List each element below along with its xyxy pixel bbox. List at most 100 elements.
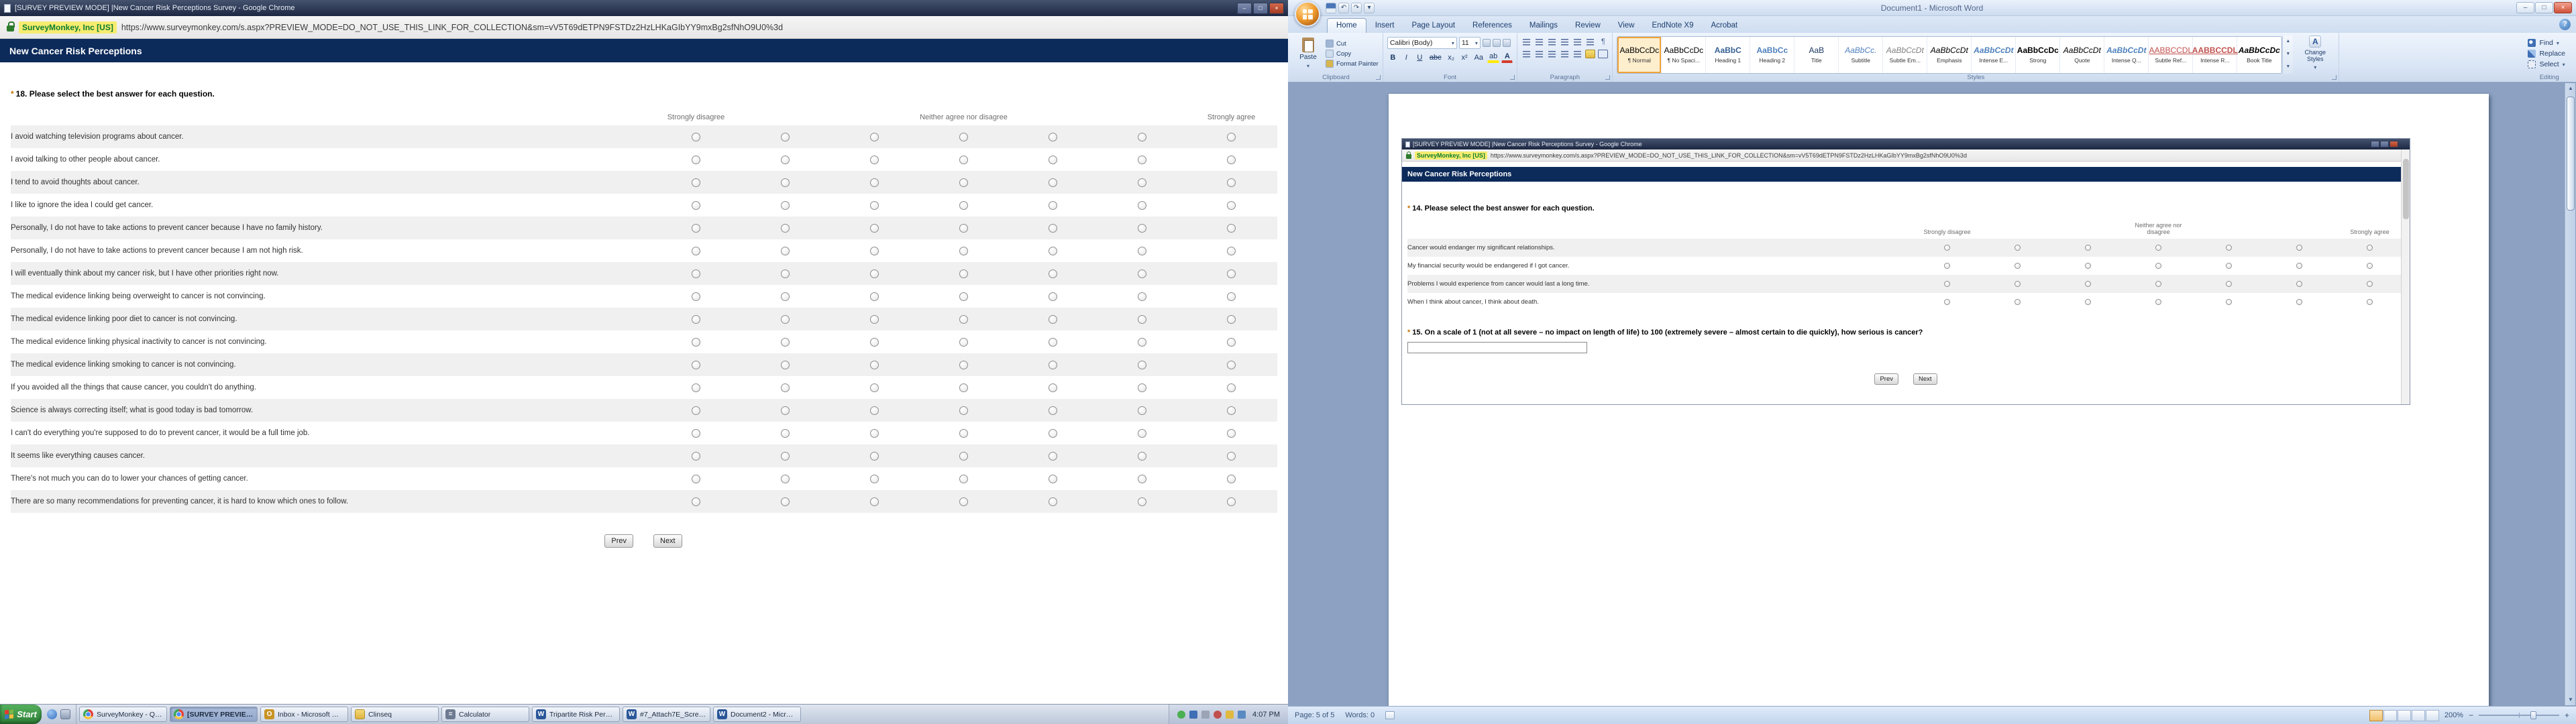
radio-button[interactable] [1227, 201, 1236, 210]
radio-button[interactable] [692, 452, 700, 461]
radio-button[interactable] [870, 269, 879, 278]
increase-indent-icon[interactable] [1572, 38, 1582, 46]
zoom-slider-thumb[interactable] [2530, 711, 2536, 719]
style-item[interactable]: AaBbCcHeading 2 [1750, 37, 1794, 73]
radio-button[interactable] [692, 315, 700, 324]
radio-button[interactable] [1227, 156, 1236, 164]
task-button[interactable]: Calculator [441, 707, 529, 722]
redo-icon[interactable] [1351, 3, 1362, 13]
radio-button[interactable] [781, 361, 790, 369]
radio-button[interactable] [959, 452, 968, 461]
radio-button[interactable] [870, 315, 879, 324]
radio-button[interactable] [1227, 178, 1236, 187]
scrollbar-thumb[interactable] [2567, 97, 2575, 210]
superscript-button[interactable]: x² [1459, 52, 1470, 63]
radio-button[interactable] [1049, 497, 1057, 506]
next-button[interactable]: Next [653, 534, 682, 548]
radio-button[interactable] [1944, 299, 1950, 305]
radio-button[interactable] [1138, 269, 1146, 278]
radio-button[interactable] [959, 475, 968, 483]
draft-view-icon[interactable] [2426, 710, 2439, 721]
radio-button[interactable] [959, 247, 968, 255]
tray-icon[interactable] [1177, 711, 1185, 719]
tray-icon[interactable] [1189, 711, 1197, 719]
zoom-out-icon[interactable]: − [2469, 711, 2473, 720]
radio-button[interactable] [1227, 361, 1236, 369]
radio-button[interactable] [1227, 133, 1236, 141]
url-text[interactable]: https://www.surveymonkey.com/s.aspx?PREV… [121, 23, 783, 32]
tab-view[interactable]: View [1609, 19, 1644, 33]
radio-button[interactable] [781, 383, 790, 392]
radio-button[interactable] [870, 361, 879, 369]
radio-button[interactable] [870, 429, 879, 438]
radio-button[interactable] [692, 292, 700, 301]
radio-button[interactable] [959, 429, 968, 438]
radio-button[interactable] [2085, 281, 2091, 287]
radio-button[interactable] [781, 497, 790, 506]
radio-button[interactable] [2296, 299, 2302, 305]
quick-launch-browser-icon[interactable] [47, 709, 57, 719]
tray-icon[interactable] [1226, 711, 1234, 719]
style-item[interactable]: AaBbCcDtIntense Q... [2104, 37, 2149, 73]
customize-qat-icon[interactable] [1364, 3, 1375, 13]
font-color-button[interactable]: A [1501, 52, 1513, 63]
radio-button[interactable] [692, 178, 700, 187]
radio-button[interactable] [781, 406, 790, 415]
radio-button[interactable] [692, 475, 700, 483]
dialog-launcher-icon[interactable] [2332, 75, 2337, 80]
tab-acrobat[interactable]: Acrobat [1703, 19, 1747, 33]
radio-button[interactable] [781, 429, 790, 438]
align-right-icon[interactable] [1547, 50, 1557, 58]
radio-button[interactable] [2296, 281, 2302, 287]
web-layout-view-icon[interactable] [2398, 710, 2411, 721]
style-item[interactable]: AABBCCDLSubtle Ref... [2149, 37, 2193, 73]
radio-button[interactable] [870, 292, 879, 301]
gallery-more-icon[interactable]: ▼ [2283, 61, 2293, 74]
ev-certificate-badge[interactable]: SurveyMonkey, Inc [US] [19, 21, 117, 34]
radio-button[interactable] [1138, 224, 1146, 233]
radio-button[interactable] [781, 315, 790, 324]
task-button[interactable]: SurveyMonkey - Questio... [79, 707, 167, 722]
radio-button[interactable] [1049, 156, 1057, 164]
radio-button[interactable] [692, 429, 700, 438]
radio-button[interactable] [870, 178, 879, 187]
zoom-level[interactable]: 200% [2445, 711, 2463, 719]
radio-button[interactable] [692, 201, 700, 210]
radio-button[interactable] [2085, 299, 2091, 305]
radio-button[interactable] [1138, 338, 1146, 347]
radio-button[interactable] [781, 156, 790, 164]
radio-button[interactable] [870, 201, 879, 210]
scroll-down-icon[interactable]: ▼ [2283, 48, 2293, 61]
undo-icon[interactable] [1338, 3, 1349, 13]
radio-button[interactable] [870, 452, 879, 461]
radio-button[interactable] [1138, 133, 1146, 141]
radio-button[interactable] [1227, 315, 1236, 324]
radio-button[interactable] [781, 201, 790, 210]
radio-button[interactable] [870, 338, 879, 347]
radio-button[interactable] [692, 406, 700, 415]
radio-button[interactable] [870, 475, 879, 483]
radio-button[interactable] [1138, 497, 1146, 506]
task-button[interactable]: Clinseq [351, 707, 439, 722]
select-button[interactable]: Select [2528, 60, 2565, 68]
radio-button[interactable] [1138, 361, 1146, 369]
strikethrough-button[interactable]: abc [1428, 52, 1444, 63]
save-icon[interactable] [1326, 3, 1336, 13]
radio-button[interactable] [870, 224, 879, 233]
radio-button[interactable] [959, 292, 968, 301]
tab-mailings[interactable]: Mailings [1521, 19, 1566, 33]
radio-button[interactable] [1138, 201, 1146, 210]
radio-button[interactable] [959, 315, 968, 324]
radio-button[interactable] [2367, 299, 2373, 305]
radio-button[interactable] [692, 497, 700, 506]
dialog-launcher-icon[interactable] [1376, 75, 1381, 80]
radio-button[interactable] [1138, 156, 1146, 164]
zoom-in-icon[interactable]: + [2565, 711, 2569, 720]
radio-button[interactable] [2296, 263, 2302, 269]
italic-button[interactable]: I [1401, 52, 1412, 63]
radio-button[interactable] [2226, 263, 2232, 269]
radio-button[interactable] [1138, 292, 1146, 301]
close-button[interactable] [1269, 3, 1284, 14]
radio-button[interactable] [1049, 133, 1057, 141]
paste-button[interactable]: Paste [1293, 36, 1323, 72]
